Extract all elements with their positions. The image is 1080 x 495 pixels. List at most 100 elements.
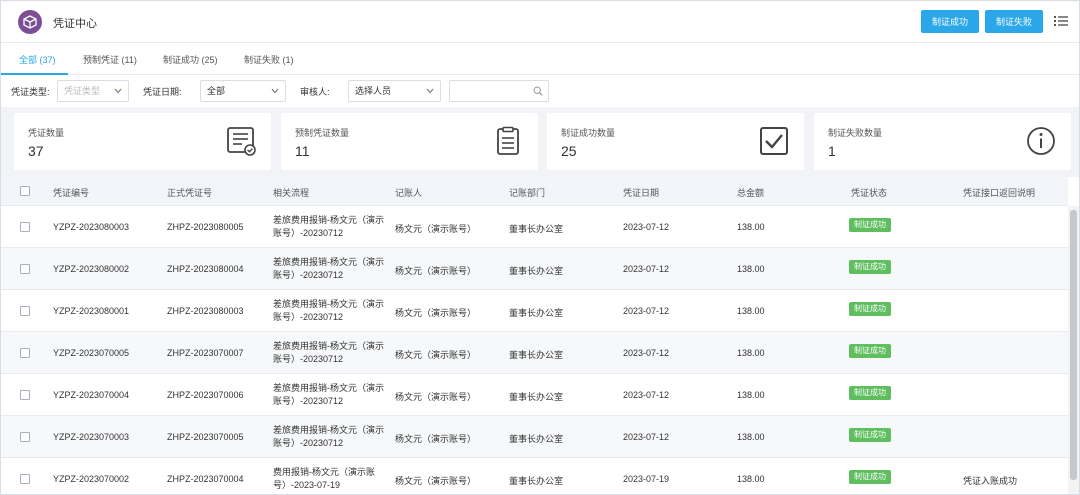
stat-card-failed: 制证失败数量 1 — [814, 113, 1071, 170]
voucher-date: 2023-07-12 — [623, 222, 670, 232]
voucher-number: YZPZ-2023080003 — [53, 222, 130, 232]
table-row[interactable]: YZPZ-2023070004 ZHPZ-2023070006 差旅费用报销-杨文元… — [1, 374, 1068, 416]
column-header[interactable]: 正式凭证号 — [167, 186, 212, 199]
table-row[interactable]: YZPZ-2023080002 ZHPZ-2023080004 差旅费用报销-杨文元… — [1, 248, 1068, 290]
total-amount: 138.00 — [737, 432, 765, 442]
related-flow[interactable]: 差旅费用报销-杨文元（演示 账号）-20230712 — [273, 214, 385, 240]
formal-voucher-number: ZHPZ-2023070007 — [167, 348, 244, 358]
voucher-type-select[interactable]: 凭证类型 — [57, 80, 129, 102]
department: 董事长办公室 — [509, 476, 564, 486]
search-input[interactable] — [449, 80, 549, 102]
table-row[interactable]: YZPZ-2023070002 ZHPZ-2023070004 费用报销-杨文元（演… — [1, 458, 1068, 494]
reviewer-value: 选择人员 — [355, 86, 392, 96]
voucher-date: 2023-07-19 — [623, 474, 670, 484]
row-checkbox[interactable] — [20, 264, 30, 274]
table-header: 凭证编号 正式凭证号 相关流程 记账人 记账部门 凭证日期 总金额 凭证状态 凭… — [1, 177, 1068, 206]
stat-value: 1 — [828, 143, 836, 159]
row-checkbox[interactable] — [20, 306, 30, 316]
related-flow-line: 账号）-20230712 — [273, 396, 344, 406]
column-header[interactable]: 凭证编号 — [53, 186, 89, 199]
row-checkbox[interactable] — [20, 474, 30, 484]
tab-success[interactable]: 制证成功 (25) — [163, 53, 218, 66]
vertical-scrollbar[interactable] — [1068, 206, 1079, 494]
stat-value: 37 — [28, 143, 44, 159]
voucher-number: YZPZ-2023070003 — [53, 432, 130, 442]
filter-fail-button[interactable]: 制证失败 — [985, 10, 1043, 33]
related-flow[interactable]: 差旅费用报销-杨文元（演示 账号）-20230712 — [273, 382, 385, 408]
voucher-doc-icon — [227, 127, 256, 156]
stat-label: 凭证数量 — [28, 128, 65, 138]
bookkeeper: 杨文元（演示账号） — [395, 476, 477, 486]
column-header[interactable]: 记账部门 — [509, 186, 545, 199]
search-icon[interactable] — [533, 86, 543, 96]
list-menu-icon[interactable] — [1054, 14, 1068, 28]
stats-panel: 凭证数量 37 预制凭证数量 11 制证成功数量 25 制证失败数量 1 — [1, 107, 1079, 177]
tab-all[interactable]: 全部 (37) — [19, 53, 56, 66]
table-row[interactable]: YZPZ-2023070003 ZHPZ-2023070005 差旅费用报销-杨文元… — [1, 416, 1068, 458]
column-header[interactable]: 总金额 — [737, 186, 764, 199]
reviewer-select[interactable]: 选择人员 — [348, 80, 441, 102]
column-header[interactable]: 记账人 — [395, 186, 422, 199]
table-row[interactable]: YZPZ-2023080003 ZHPZ-2023080005 差旅费用报销-杨文元… — [1, 206, 1068, 248]
page-title: 凭证中心 — [53, 18, 97, 30]
scrollbar-thumb[interactable] — [1070, 210, 1077, 480]
column-header[interactable]: 凭证接口返回说明 — [963, 186, 1035, 199]
status-badge: 制证成功 — [849, 428, 891, 442]
total-amount: 138.00 — [737, 306, 765, 316]
bookkeeper: 杨文元（演示账号） — [395, 350, 477, 360]
stat-label: 预制凭证数量 — [295, 128, 350, 138]
row-checkbox[interactable] — [20, 432, 30, 442]
active-tab-indicator — [1, 73, 68, 75]
total-amount: 138.00 — [737, 348, 765, 358]
status-tabs: 全部 (37) 预制凭证 (11) 制证成功 (25) 制证失败 (1) — [1, 43, 1079, 75]
chevron-down-icon — [114, 88, 122, 94]
related-flow-line: 账号）-20230712 — [273, 228, 344, 238]
stat-card-total: 凭证数量 37 — [14, 113, 271, 170]
table-row[interactable]: YZPZ-2023080001 ZHPZ-2023080003 差旅费用报销-杨文元… — [1, 290, 1068, 332]
voucher-date-value: 全部 — [207, 86, 226, 96]
voucher-number: YZPZ-2023070005 — [53, 348, 130, 358]
related-flow[interactable]: 差旅费用报销-杨文元（演示 账号）-20230712 — [273, 424, 385, 450]
related-flow-line: 账号）-20230712 — [273, 312, 344, 322]
column-header[interactable]: 凭证日期 — [623, 186, 659, 199]
related-flow[interactable]: 差旅费用报销-杨文元（演示 账号）-20230712 — [273, 256, 385, 282]
status-badge: 制证成功 — [849, 344, 891, 358]
bookkeeper: 杨文元（演示账号） — [395, 224, 477, 234]
row-checkbox[interactable] — [20, 390, 30, 400]
column-header[interactable]: 凭证状态 — [851, 186, 887, 199]
status-badge: 制证成功 — [849, 218, 891, 232]
column-header[interactable]: 相关流程 — [273, 186, 309, 199]
app-window: 凭证中心 制证成功 制证失败 全部 (37) 预制凭证 (11) 制证成功 (2… — [0, 0, 1080, 495]
voucher-number: YZPZ-2023080001 — [53, 306, 130, 316]
tab-pre-voucher[interactable]: 预制凭证 (11) — [83, 53, 137, 66]
voucher-date: 2023-07-12 — [623, 306, 670, 316]
related-flow[interactable]: 差旅费用报销-杨文元（演示 账号）-20230712 — [273, 340, 385, 366]
voucher-date: 2023-07-12 — [623, 432, 670, 442]
related-flow-line: 差旅费用报销-杨文元（演示 — [273, 425, 384, 435]
row-checkbox[interactable] — [20, 222, 30, 232]
voucher-number: YZPZ-2023080002 — [53, 264, 130, 274]
bookkeeper: 杨文元（演示账号） — [395, 434, 477, 444]
header: 凭证中心 制证成功 制证失败 — [1, 1, 1079, 43]
voucher-date-select[interactable]: 全部 — [200, 80, 286, 102]
chevron-down-icon — [271, 88, 279, 94]
related-flow[interactable]: 费用报销-杨文元（演示账 号）-2023-07-19 — [273, 466, 385, 492]
voucher-number: YZPZ-2023070002 — [53, 474, 130, 484]
select-all-checkbox[interactable] — [20, 186, 30, 196]
related-flow-line: 账号）-20230712 — [273, 438, 344, 448]
department: 董事长办公室 — [509, 350, 564, 360]
related-flow-line: 号）-2023-07-19 — [273, 480, 341, 490]
total-amount: 138.00 — [737, 222, 765, 232]
voucher-date: 2023-07-12 — [623, 348, 670, 358]
clipboard-icon — [497, 126, 519, 155]
status-badge: 制证成功 — [849, 470, 891, 484]
row-checkbox[interactable] — [20, 348, 30, 358]
related-flow-line: 账号）-20230712 — [273, 270, 344, 280]
filter-success-button[interactable]: 制证成功 — [921, 10, 979, 33]
tab-failed[interactable]: 制证失败 (1) — [244, 53, 294, 66]
total-amount: 138.00 — [737, 264, 765, 274]
related-flow[interactable]: 差旅费用报销-杨文元（演示 账号）-20230712 — [273, 298, 385, 324]
table-row[interactable]: YZPZ-2023070005 ZHPZ-2023070007 差旅费用报销-杨文元… — [1, 332, 1068, 374]
stat-value: 11 — [295, 143, 310, 159]
voucher-date-label: 凭证日期: — [143, 87, 182, 97]
